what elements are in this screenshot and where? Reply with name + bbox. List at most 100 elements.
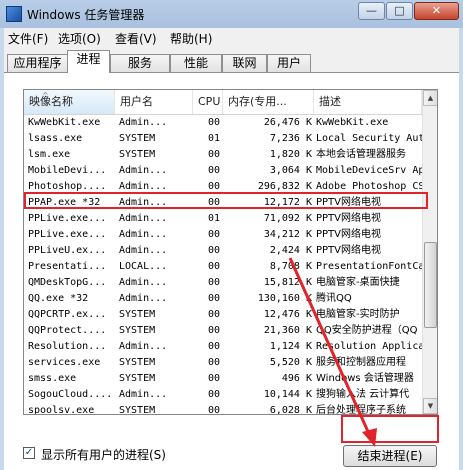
process-row[interactable]: QMDeskTopG... Admin... 00 15,812 K 电脑管家-桌面快捷 <box>24 275 422 291</box>
process-description: Local Security Aut <box>316 133 422 144</box>
scroll-down-icon[interactable]: ▼ <box>423 398 437 414</box>
process-cpu: 00 <box>207 405 220 415</box>
process-memory: 7,236 K <box>269 133 312 144</box>
process-row[interactable]: spoolsv.exe SYSTEM 00 6,028 K 后台处理程序子系统 <box>24 403 422 415</box>
process-memory: 10,144 K <box>263 389 312 400</box>
tab-performance[interactable]: 性能 <box>170 54 222 72</box>
process-image-name: QMDeskTopG... <box>28 277 107 288</box>
process-memory: 5,520 K <box>269 357 312 368</box>
process-memory: 1,124 K <box>269 341 312 352</box>
process-user: SYSTEM <box>119 405 156 415</box>
process-row[interactable]: PPLiveU.ex... Admin... 00 2,424 K PPTV网络电视 <box>24 243 422 259</box>
process-cpu: 00 <box>207 357 220 368</box>
vertical-scrollbar[interactable]: ▲ ▼ <box>422 90 437 414</box>
column-header-user[interactable]: 用户名 <box>115 90 193 114</box>
scroll-thumb[interactable] <box>424 242 437 328</box>
menu-view[interactable]: 查看(V) <box>115 30 157 47</box>
process-memory: 2,424 K <box>269 245 312 256</box>
menu-options[interactable]: 选项(O) <box>58 30 101 47</box>
process-description: 搜狗输入法 云计算代 <box>316 389 410 400</box>
menu-file[interactable]: 文件(F) <box>8 30 48 47</box>
column-header-memory[interactable]: 内存(专用... <box>223 90 314 114</box>
process-image-name: SogouCloud.... <box>28 389 113 400</box>
process-image-name: PPLive.exe... <box>28 213 107 224</box>
process-memory: 3,064 K <box>269 165 312 176</box>
task-manager-client: 文件(F) 选项(O) 查看(V) 帮助(H) 应用程序 进程 服务 性能 联网… <box>4 28 459 470</box>
process-description: 腾讯QQ <box>316 293 352 304</box>
process-user: Admin... <box>119 197 168 208</box>
menu-help[interactable]: 帮助(H) <box>170 30 212 47</box>
process-row[interactable]: KwWebKit.exe Admin... 00 26,476 K KwWebKit.e… <box>24 115 422 131</box>
process-user: SYSTEM <box>119 373 156 384</box>
process-user: SYSTEM <box>119 133 156 144</box>
process-description: QQ安全防护进程（QQ <box>316 325 418 336</box>
process-row[interactable]: Resolution... Admin... 00 1,124 K Resolution… <box>24 339 422 355</box>
tab-applications[interactable]: 应用程序 <box>7 54 68 72</box>
process-row[interactable]: PPLive.exe... Admin... 01 71,092 K PPTV网络电视 <box>24 211 422 227</box>
process-memory: 15,812 K <box>263 277 312 288</box>
process-cpu: 00 <box>207 373 220 384</box>
maximize-button[interactable]: □ <box>386 2 413 20</box>
tab-services[interactable]: 服务 <box>110 54 170 72</box>
process-row[interactable]: lsm.exe SYSTEM 00 1,820 K 本地会话管理器服务 <box>24 147 422 163</box>
tab-networking[interactable]: 联网 <box>222 54 267 72</box>
process-cpu: 00 <box>207 309 220 320</box>
process-image-name: MobileDevi... <box>28 165 107 176</box>
process-description: PPTV网络电视 <box>316 229 382 240</box>
process-user: SYSTEM <box>119 149 156 160</box>
column-header-cpu[interactable]: CPU <box>193 90 223 114</box>
process-user: Admin... <box>119 341 168 352</box>
process-user: Admin... <box>119 181 168 192</box>
process-row[interactable]: smss.exe SYSTEM 00 496 K Windows 会话管理器 <box>24 371 422 387</box>
column-header-description[interactable]: 描述 <box>314 90 422 114</box>
end-process-button[interactable]: 结束进程(E) <box>343 445 437 467</box>
process-row[interactable]: lsass.exe SYSTEM 01 7,236 K Local Security A… <box>24 131 422 147</box>
process-cpu: 00 <box>207 117 220 128</box>
process-description: 本地会话管理器服务 <box>316 149 406 160</box>
process-image-name: Resolution... <box>28 341 107 352</box>
process-cpu: 01 <box>207 213 220 224</box>
process-row[interactable]: Presentati... LOCAL... 00 8,708 K Presentati… <box>24 259 422 275</box>
process-list[interactable]: ^ 映像名称 用户名 CPU 内存(专用... 描述 KwWebKit.exe A… <box>23 89 438 415</box>
process-row[interactable]: PPLive.exe... Admin... 00 34,212 K PPTV网络电视 <box>24 227 422 243</box>
tab-users[interactable]: 用户 <box>267 54 311 72</box>
process-memory: 130,160 K <box>257 293 312 304</box>
process-cpu: 00 <box>207 181 220 192</box>
scroll-up-icon[interactable]: ▲ <box>423 90 437 106</box>
process-row[interactable]: SogouCloud.... Admin... 00 10,144 K 搜狗输入法 云计… <box>24 387 422 403</box>
process-row[interactable]: QQ.exe *32 Admin... 00 130,160 K 腾讯QQ <box>24 291 422 307</box>
process-memory: 8,708 K <box>269 261 312 272</box>
tab-processes[interactable]: 进程 <box>67 50 110 73</box>
process-row[interactable]: QQProtect.... SYSTEM 00 21,360 K QQ安全防护进程（QQ <box>24 323 422 339</box>
process-row[interactable]: Photoshop.... Admin... 00 296,832 K Adobe Ph… <box>24 179 422 195</box>
close-button[interactable]: ✕ <box>414 2 459 20</box>
process-user: Admin... <box>119 165 168 176</box>
processes-panel: ^ 映像名称 用户名 CPU 内存(专用... 描述 KwWebKit.exe A… <box>4 72 459 470</box>
process-image-name: Presentati... <box>28 261 107 272</box>
process-row[interactable]: services.exe SYSTEM 00 5,520 K 服务和控制器应用程 <box>24 355 422 371</box>
process-memory: 71,092 K <box>263 213 312 224</box>
column-header-image-name[interactable]: ^ 映像名称 <box>24 90 115 114</box>
process-memory: 21,360 K <box>263 325 312 336</box>
process-image-name: PPAP.exe *32 <box>28 197 101 208</box>
process-user: Admin... <box>119 389 168 400</box>
process-description: MobileDeviceSrv App <box>316 165 422 176</box>
process-cpu: 00 <box>207 197 220 208</box>
process-user: Admin... <box>119 245 168 256</box>
process-user: Admin... <box>119 229 168 240</box>
process-image-name: PPLiveU.ex... <box>28 245 107 256</box>
process-row[interactable]: QQPCRTP.ex... SYSTEM 00 12,476 K 电脑管家-实时防护 <box>24 307 422 323</box>
process-row[interactable]: MobileDevi... Admin... 00 3,064 K MobileDevi… <box>24 163 422 179</box>
process-image-name: Photoshop.... <box>28 181 107 192</box>
process-description: PresentationFontCa <box>316 261 422 272</box>
process-memory: 1,820 K <box>269 149 312 160</box>
title-bar: Windows 任务管理器 — □ ✕ <box>0 0 463 28</box>
process-cpu: 00 <box>207 245 220 256</box>
process-row[interactable]: PPAP.exe *32 Admin... 00 12,172 K PPTV网络电视 <box>24 195 422 211</box>
tab-strip: 应用程序 进程 服务 性能 联网 用户 <box>4 50 459 73</box>
minimize-button[interactable]: — <box>358 2 385 20</box>
process-image-name: PPLive.exe... <box>28 229 107 240</box>
process-description: Resolution Applica <box>316 341 422 352</box>
show-all-users-checkbox[interactable]: ✓ <box>23 447 35 459</box>
process-description: PPTV网络电视 <box>316 245 382 256</box>
